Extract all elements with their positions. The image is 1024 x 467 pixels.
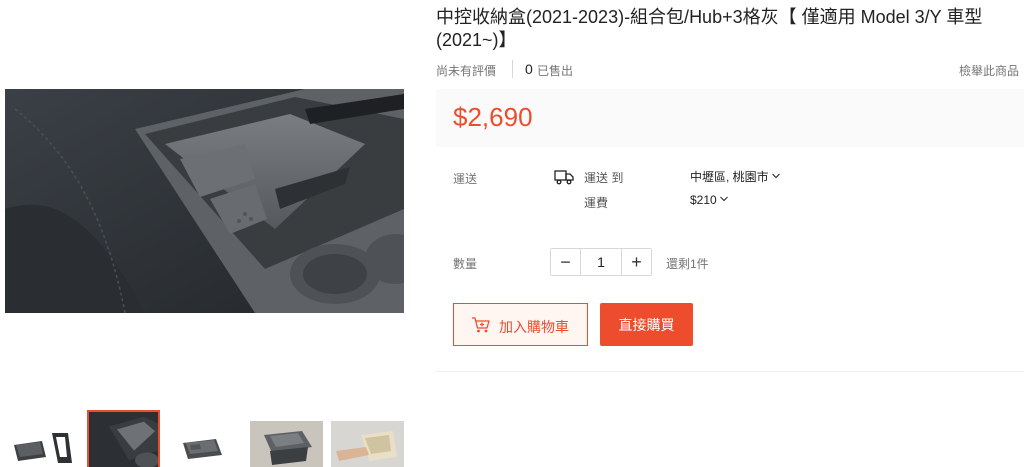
shipping-fee-label: 運費 (584, 196, 609, 210)
sold-label: 已售出 (537, 64, 574, 78)
rating-row: 尚未有評價 0 已售出 檢舉此商品 (436, 60, 1020, 78)
shipping-location-text: 中壢區, 桃園市 (690, 170, 769, 184)
quantity-stepper: − + (550, 248, 652, 276)
shipping-fee-text: $210 (690, 193, 717, 207)
product-title: 中控收納盒(2021-2023)-組合包/Hub+3格灰【 僅適用 Model … (436, 7, 983, 50)
truck-icon (554, 169, 574, 185)
report-product-link[interactable]: 檢舉此商品 (959, 62, 1019, 79)
buy-now-button[interactable]: 直接購買 (600, 303, 693, 346)
quantity-decrease-button[interactable]: − (551, 249, 581, 275)
cart-icon (471, 316, 491, 334)
quantity-input[interactable] (581, 249, 621, 275)
thumbnail-1[interactable] (6, 421, 79, 467)
stock-remaining: 還剩1件 (666, 257, 709, 271)
chevron-down-icon (719, 196, 728, 202)
price-box: $2,690 (436, 89, 1024, 147)
section-divider (436, 371, 1024, 372)
thumbnail-strip (5, 410, 405, 467)
thumbnail-2-selected[interactable] (87, 410, 160, 467)
thumbnail-4[interactable] (250, 421, 323, 467)
no-rating-text: 尚未有評價 (436, 64, 497, 78)
add-to-cart-label: 加入購物車 (499, 319, 569, 335)
chevron-down-icon (771, 173, 780, 179)
ship-to-label: 運送 到 (584, 171, 624, 185)
add-to-cart-button[interactable]: 加入購物車 (453, 303, 588, 346)
main-product-image[interactable] (5, 89, 404, 313)
thumbnail-5[interactable] (331, 421, 404, 467)
shipping-location-select[interactable]: 中壢區, 桃園市 (690, 168, 780, 185)
thumbnail-3[interactable] (168, 421, 241, 467)
quantity-increase-button[interactable]: + (621, 249, 651, 275)
quantity-label: 數量 (453, 257, 478, 271)
product-price: $2,690 (453, 102, 533, 132)
sold-count: 0 (525, 61, 533, 77)
shipping-fee-select[interactable]: $210 (690, 193, 728, 207)
divider (512, 60, 513, 78)
shipping-label: 運送 (453, 172, 478, 186)
